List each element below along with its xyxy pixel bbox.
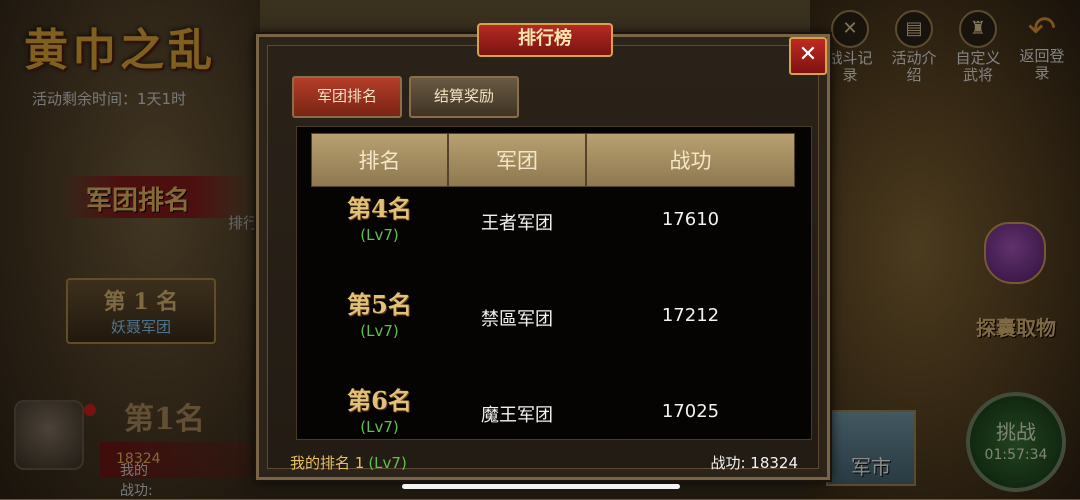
- row-legion: 禁區军团: [481, 309, 553, 330]
- dialog-body: 军团排名 结算奖励 排名 军团 战功 第4名 (Lv7) 王者军团 17610: [267, 45, 819, 472]
- row-rank-cell: 第5名 (Lv7): [311, 285, 448, 340]
- row-rank: 第5名: [347, 290, 412, 319]
- row-level: (Lv7): [360, 226, 399, 244]
- dialog-title: 排行榜: [477, 23, 613, 57]
- my-rank-footer: 我的排名 1 (Lv7): [290, 452, 407, 473]
- footer-power-label: 战功:: [710, 454, 746, 472]
- row-level: (Lv7): [360, 418, 399, 435]
- table-row[interactable]: 第5名 (Lv7) 禁區军团 17212: [311, 285, 795, 381]
- tab-settlement-rewards[interactable]: 结算奖励: [409, 76, 519, 118]
- my-rank-text: 我的排名 1: [290, 454, 365, 472]
- tab-legion-ranking[interactable]: 军团排名: [292, 76, 402, 118]
- ranking-table: 排名 军团 战功 第4名 (Lv7) 王者军团 17610 第5名 (Lv7): [296, 126, 812, 440]
- leaderboard-dialog: 军团排名 结算奖励 排名 军团 战功 第4名 (Lv7) 王者军团 17610: [256, 23, 830, 480]
- table-header: 排名 军团 战功: [311, 133, 795, 187]
- row-power: 17025: [661, 401, 720, 422]
- row-rank-cell: 第4名 (Lv7): [311, 189, 448, 244]
- my-rank-level: (Lv7): [368, 454, 407, 472]
- header-legion: 军团: [448, 133, 586, 187]
- row-rank: 第6名: [347, 386, 412, 415]
- table-row[interactable]: 第6名 (Lv7) 魔王军团 17025: [311, 381, 795, 435]
- row-legion: 魔王军团: [481, 405, 553, 426]
- header-rank: 排名: [311, 133, 448, 187]
- row-rank: 第4名: [347, 194, 412, 223]
- row-rank-cell: 第6名 (Lv7): [311, 381, 448, 435]
- table-row[interactable]: 第4名 (Lv7) 王者军团 17610: [311, 189, 795, 285]
- header-power: 战功: [586, 133, 795, 187]
- my-power-footer: 战功: 18324: [710, 452, 798, 473]
- footer-power-value: 18324: [750, 454, 798, 472]
- home-indicator[interactable]: [402, 484, 680, 489]
- row-power: 17610: [661, 209, 720, 230]
- row-level: (Lv7): [360, 322, 399, 340]
- row-legion: 王者军团: [481, 213, 553, 234]
- table-body[interactable]: 第4名 (Lv7) 王者军团 17610 第5名 (Lv7) 禁區军团 1721…: [311, 189, 795, 435]
- close-button[interactable]: ✕: [789, 37, 827, 75]
- row-power: 17212: [661, 305, 720, 326]
